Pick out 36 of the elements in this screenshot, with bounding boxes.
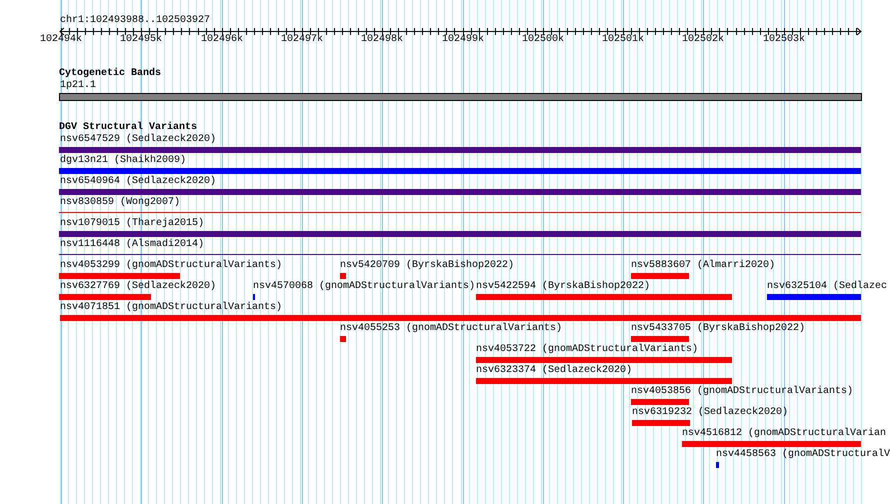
variant-label: nsv4053722 (gnomADStructuralVariants): [476, 345, 698, 355]
variant-label: nsv4570068 (gnomADStructuralVariants): [253, 282, 476, 292]
variant-label: dgv13n21 (Shaikh2009): [60, 156, 186, 166]
tick-label: 102500k: [522, 35, 564, 45]
track-title: Cytogenetic Bands: [59, 69, 162, 79]
variant-label: nsv5422594 (ByrskaBishop2022): [476, 282, 650, 292]
tick-label: 102501k: [602, 35, 644, 45]
variant-label: nsv830859 (Wong2007): [60, 198, 180, 208]
track-title: DGV Structural Variants: [59, 123, 198, 133]
variant-label: nsv4516812 (gnomADStructuralVarian: [682, 429, 886, 439]
variant-label: nsv5433705 (ByrskaBishop2022): [631, 324, 806, 334]
band-label: 1p21.1: [60, 81, 96, 91]
tick-label: 102495k: [120, 35, 162, 45]
variant-label: nsv6325104 (Sedlazec: [767, 282, 888, 292]
variant-label: nsv4458563 (gnomADStructuralV: [716, 450, 890, 460]
tick-label: 102497k: [281, 35, 324, 45]
variant-label: nsv1079015 (Thareja2015): [60, 219, 204, 229]
variant-label: nsv6547529 (Sedlazeck2020): [60, 135, 216, 145]
tick-label: 102498k: [361, 35, 404, 45]
tick-label: 102502k: [682, 35, 724, 45]
tick-label: 102494k: [40, 35, 82, 45]
variant-label: nsv5883607 (Almarri2020): [631, 261, 776, 271]
variant-label: nsv6327769 (Sedlazeck2020): [60, 282, 216, 292]
variant-label: nsv4053299 (gnomADStructuralVariants): [60, 261, 282, 271]
variant-label: nsv4071851 (gnomADStructuralVariants): [60, 303, 282, 313]
variant-label: nsv1116448 (Alsmadi2014): [60, 240, 204, 250]
variant-label: nsv4055253 (gnomADStructuralVariants): [340, 324, 562, 334]
variant-label: nsv6323374 (Sedlazeck2020): [476, 366, 632, 376]
tick-label: 102496k: [201, 35, 244, 45]
variant-label: nsv4053856 (gnomADStructuralVariants): [631, 387, 854, 397]
variant-label: nsv6319232 (Sedlazeck2020): [632, 408, 788, 418]
region-label: chr1:102493988..102503927: [60, 16, 210, 26]
tick-label: 102499k: [442, 35, 484, 45]
variant-label: nsv6540964 (Sedlazeck2020): [60, 177, 216, 187]
tick-label: 102503k: [763, 35, 806, 45]
variant-label: nsv5420709 (ByrskaBishop2022): [340, 261, 514, 271]
